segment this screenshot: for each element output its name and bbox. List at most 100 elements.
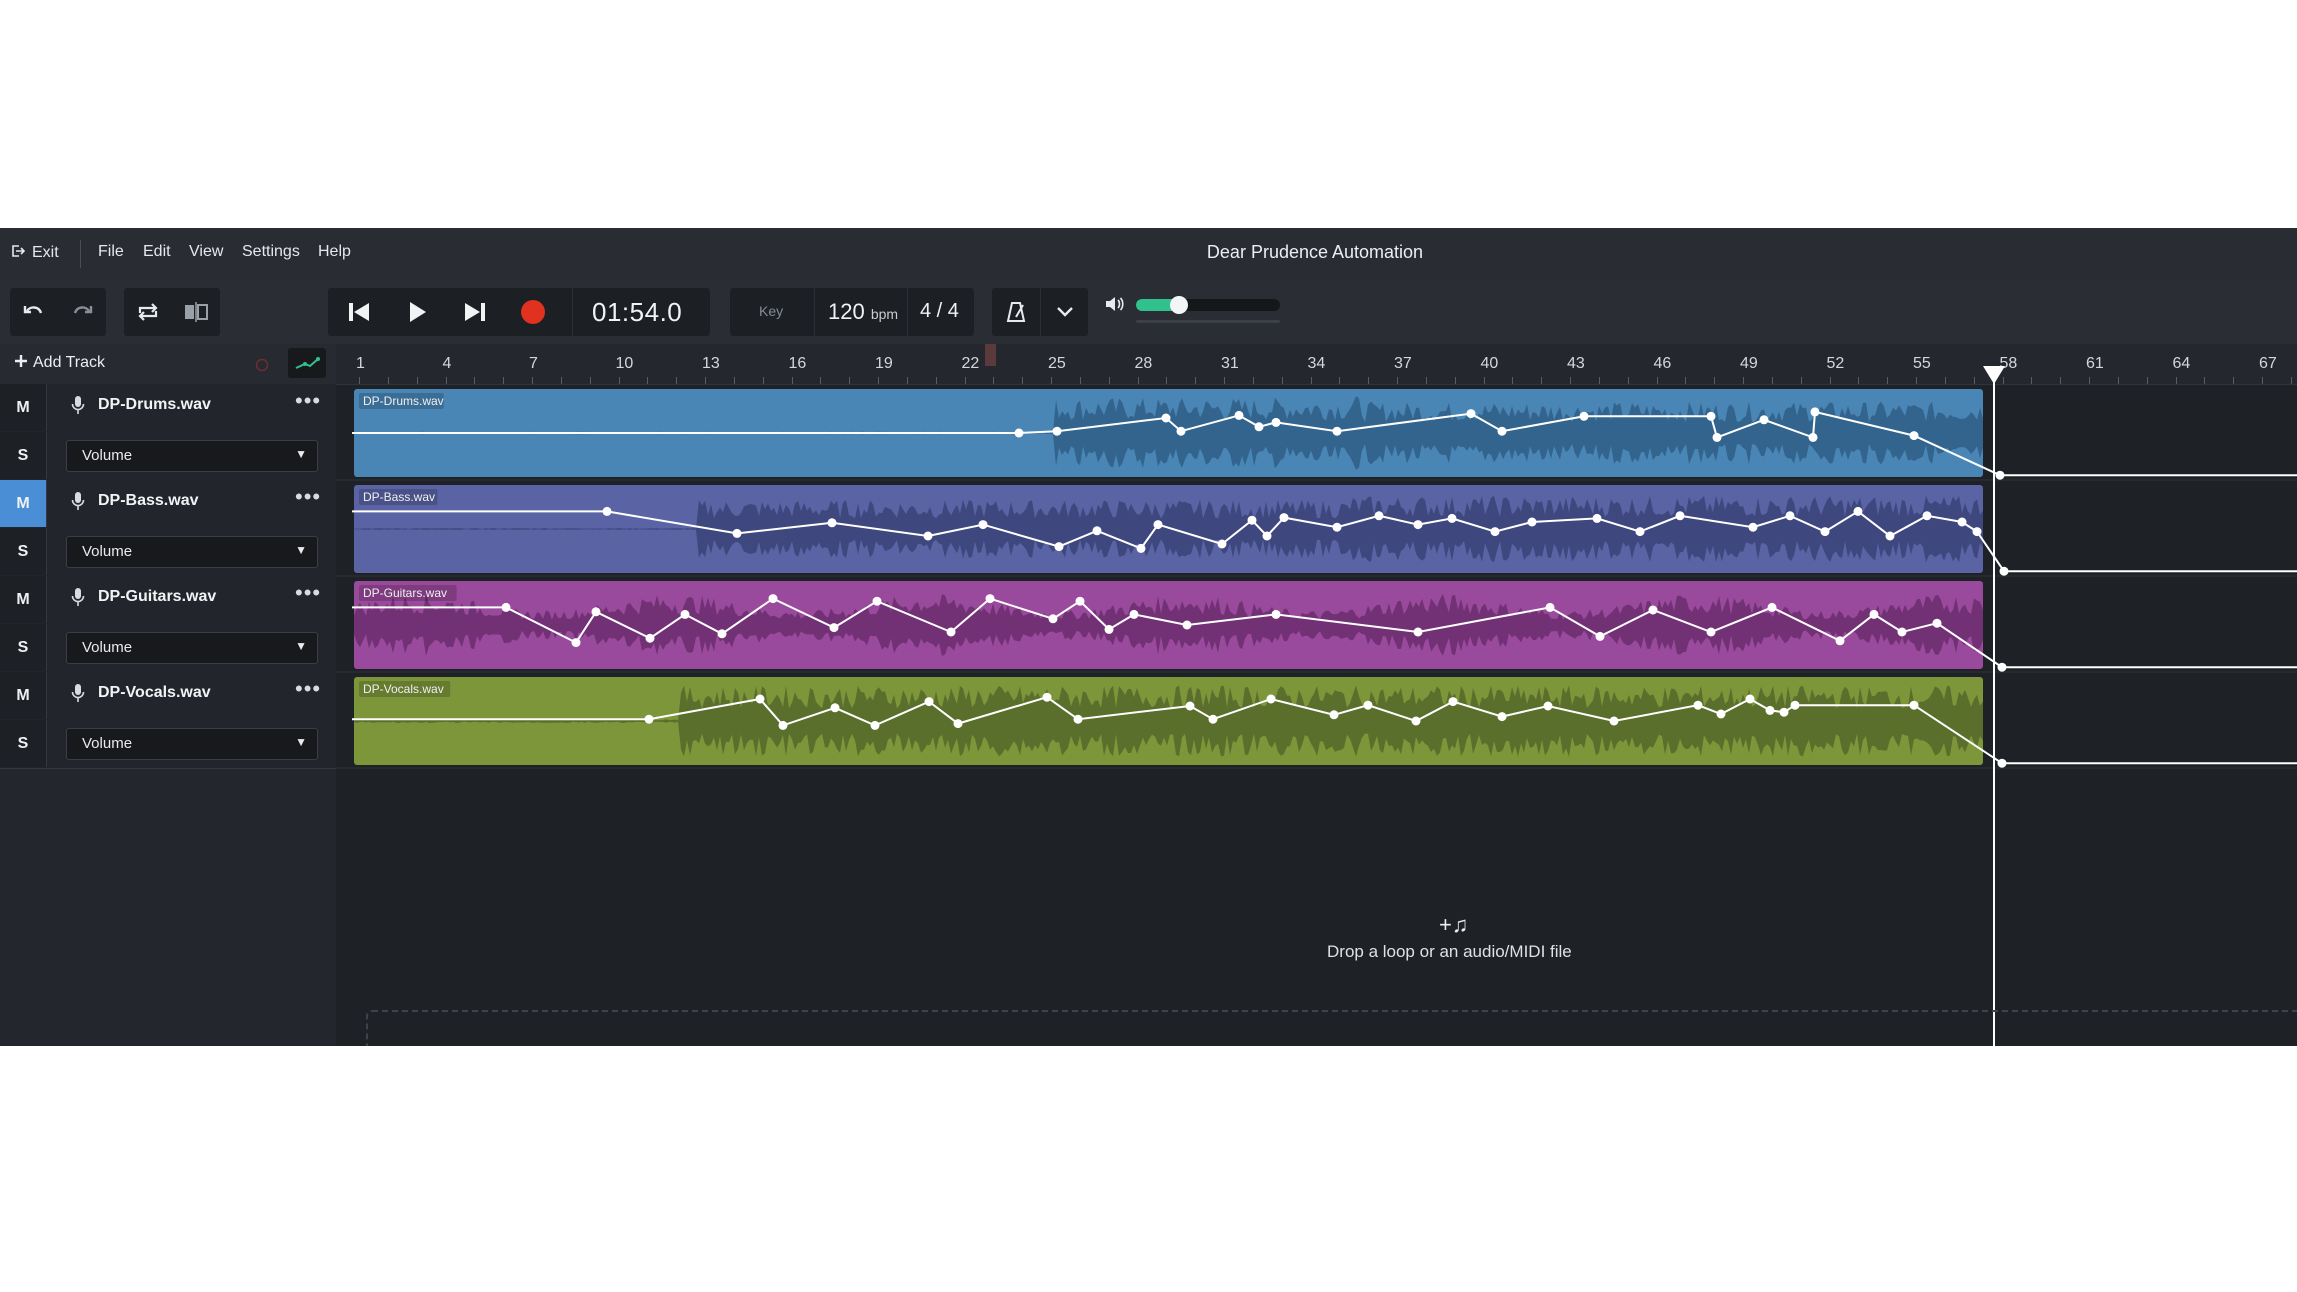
automation-point[interactable] <box>1129 609 1139 619</box>
automation-point[interactable] <box>1706 627 1716 637</box>
time-display[interactable]: 01:54.0 <box>592 297 682 328</box>
track-header[interactable]: M S DP-Bass.wav ••• Volume ▼ <box>0 480 336 577</box>
record-arm-icon[interactable] <box>255 358 269 372</box>
automation-point[interactable] <box>1759 415 1769 425</box>
automation-point[interactable] <box>872 596 882 606</box>
metronome-options-button[interactable] <box>1041 290 1088 334</box>
automation-point[interactable] <box>1054 542 1064 552</box>
automation-point[interactable] <box>1592 513 1602 523</box>
tempo-field[interactable]: 120 bpm <box>828 299 898 325</box>
automation-point[interactable] <box>1374 511 1384 521</box>
automation-point[interactable] <box>1609 716 1619 726</box>
track-name[interactable]: DP-Drums.wav <box>98 396 211 414</box>
automation-point[interactable] <box>1182 620 1192 630</box>
mute-button[interactable]: M <box>0 672 47 719</box>
track-options-icon[interactable]: ••• <box>295 388 321 414</box>
automation-point[interactable] <box>1208 714 1218 724</box>
automation-point[interactable] <box>1466 409 1476 419</box>
automation-point[interactable] <box>1765 705 1775 715</box>
automation-point[interactable] <box>829 623 839 633</box>
playhead-handle[interactable] <box>1983 366 2005 384</box>
automation-point[interactable] <box>1543 701 1553 711</box>
automation-point[interactable] <box>946 627 956 637</box>
metronome-button[interactable] <box>992 290 1040 334</box>
track-name[interactable]: DP-Bass.wav <box>98 492 199 510</box>
solo-button[interactable]: S <box>0 624 47 671</box>
automation-point[interactable] <box>953 719 963 729</box>
automation-point[interactable] <box>1779 707 1789 717</box>
automation-point[interactable] <box>1808 432 1818 442</box>
automation-point[interactable] <box>1075 596 1085 606</box>
track-header[interactable]: M S DP-Guitars.wav ••• Volume ▼ <box>0 576 339 673</box>
automation-point[interactable] <box>1527 517 1537 527</box>
time-signature[interactable]: 4 / 4 <box>920 300 959 323</box>
automation-point[interactable] <box>1579 411 1589 421</box>
automation-point[interactable] <box>1972 527 1982 537</box>
add-track-button[interactable]: Add Track <box>14 354 105 372</box>
automation-point[interactable] <box>1745 694 1755 704</box>
loop-button[interactable] <box>124 290 172 334</box>
mute-button[interactable]: M <box>0 576 47 623</box>
automation-point[interactable] <box>870 720 880 730</box>
automation-point[interactable] <box>1413 520 1423 530</box>
automation-point[interactable] <box>1279 513 1289 523</box>
drop-zone[interactable] <box>366 1010 2297 1046</box>
record-button[interactable] <box>506 290 560 334</box>
track-header[interactable]: M S DP-Drums.wav ••• Volume ▼ <box>0 384 336 481</box>
automation-point[interactable] <box>1790 700 1800 710</box>
automation-toggle-button[interactable] <box>288 348 326 378</box>
automation-point[interactable] <box>1922 511 1932 521</box>
automation-point[interactable] <box>1052 426 1062 436</box>
split-button[interactable] <box>172 290 220 334</box>
automation-point[interactable] <box>1785 511 1795 521</box>
automation-point[interactable] <box>978 520 988 530</box>
automation-point[interactable] <box>1413 627 1423 637</box>
automation-point[interactable] <box>1411 716 1421 726</box>
automation-point[interactable] <box>768 594 778 604</box>
play-button[interactable] <box>390 290 444 334</box>
automation-point[interactable] <box>1153 520 1163 530</box>
automation-point[interactable] <box>1161 413 1171 423</box>
automation-point[interactable] <box>1995 470 2005 480</box>
track-name[interactable]: DP-Vocals.wav <box>98 684 211 702</box>
automation-point[interactable] <box>1073 714 1083 724</box>
automation-point[interactable] <box>1595 631 1605 641</box>
solo-button[interactable]: S <box>0 720 47 767</box>
automation-point[interactable] <box>1716 709 1726 719</box>
track-header[interactable]: M S DP-Vocals.wav ••• Volume ▼ <box>0 672 336 769</box>
automation-point[interactable] <box>1490 527 1500 537</box>
automation-point[interactable] <box>1234 410 1244 420</box>
automation-point[interactable] <box>830 703 840 713</box>
automation-point[interactable] <box>602 506 612 516</box>
automation-point[interactable] <box>717 629 727 639</box>
key-selector[interactable]: Key <box>759 303 783 319</box>
automation-point[interactable] <box>1767 602 1777 612</box>
automation-point[interactable] <box>1897 627 1907 637</box>
automation-point[interactable] <box>1329 710 1339 720</box>
automation-param-select[interactable]: Volume ▼ <box>66 728 318 760</box>
automation-point[interactable] <box>827 518 837 528</box>
redo-button[interactable] <box>58 290 106 334</box>
automation-point[interactable] <box>1648 605 1658 615</box>
solo-button[interactable]: S <box>0 432 47 479</box>
automation-point[interactable] <box>680 609 690 619</box>
automation-point[interactable] <box>571 638 581 648</box>
automation-point[interactable] <box>501 602 511 612</box>
automation-point[interactable] <box>1497 426 1507 436</box>
automation-point[interactable] <box>1104 624 1114 634</box>
automation-point[interactable] <box>644 714 654 724</box>
automation-point[interactable] <box>1447 513 1457 523</box>
automation-point[interactable] <box>1448 697 1458 707</box>
automation-point[interactable] <box>1262 531 1272 541</box>
automation-point[interactable] <box>732 528 742 538</box>
automation-point[interactable] <box>1332 426 1342 436</box>
automation-point[interactable] <box>755 694 765 704</box>
automation-point[interactable] <box>1363 700 1373 710</box>
automation-point[interactable] <box>1957 517 1967 527</box>
automation-point[interactable] <box>1909 700 1919 710</box>
automation-point[interactable] <box>1332 522 1342 532</box>
automation-point[interactable] <box>1693 700 1703 710</box>
automation-point[interactable] <box>1092 526 1102 536</box>
automation-point[interactable] <box>1820 527 1830 537</box>
automation-point[interactable] <box>1042 692 1052 702</box>
